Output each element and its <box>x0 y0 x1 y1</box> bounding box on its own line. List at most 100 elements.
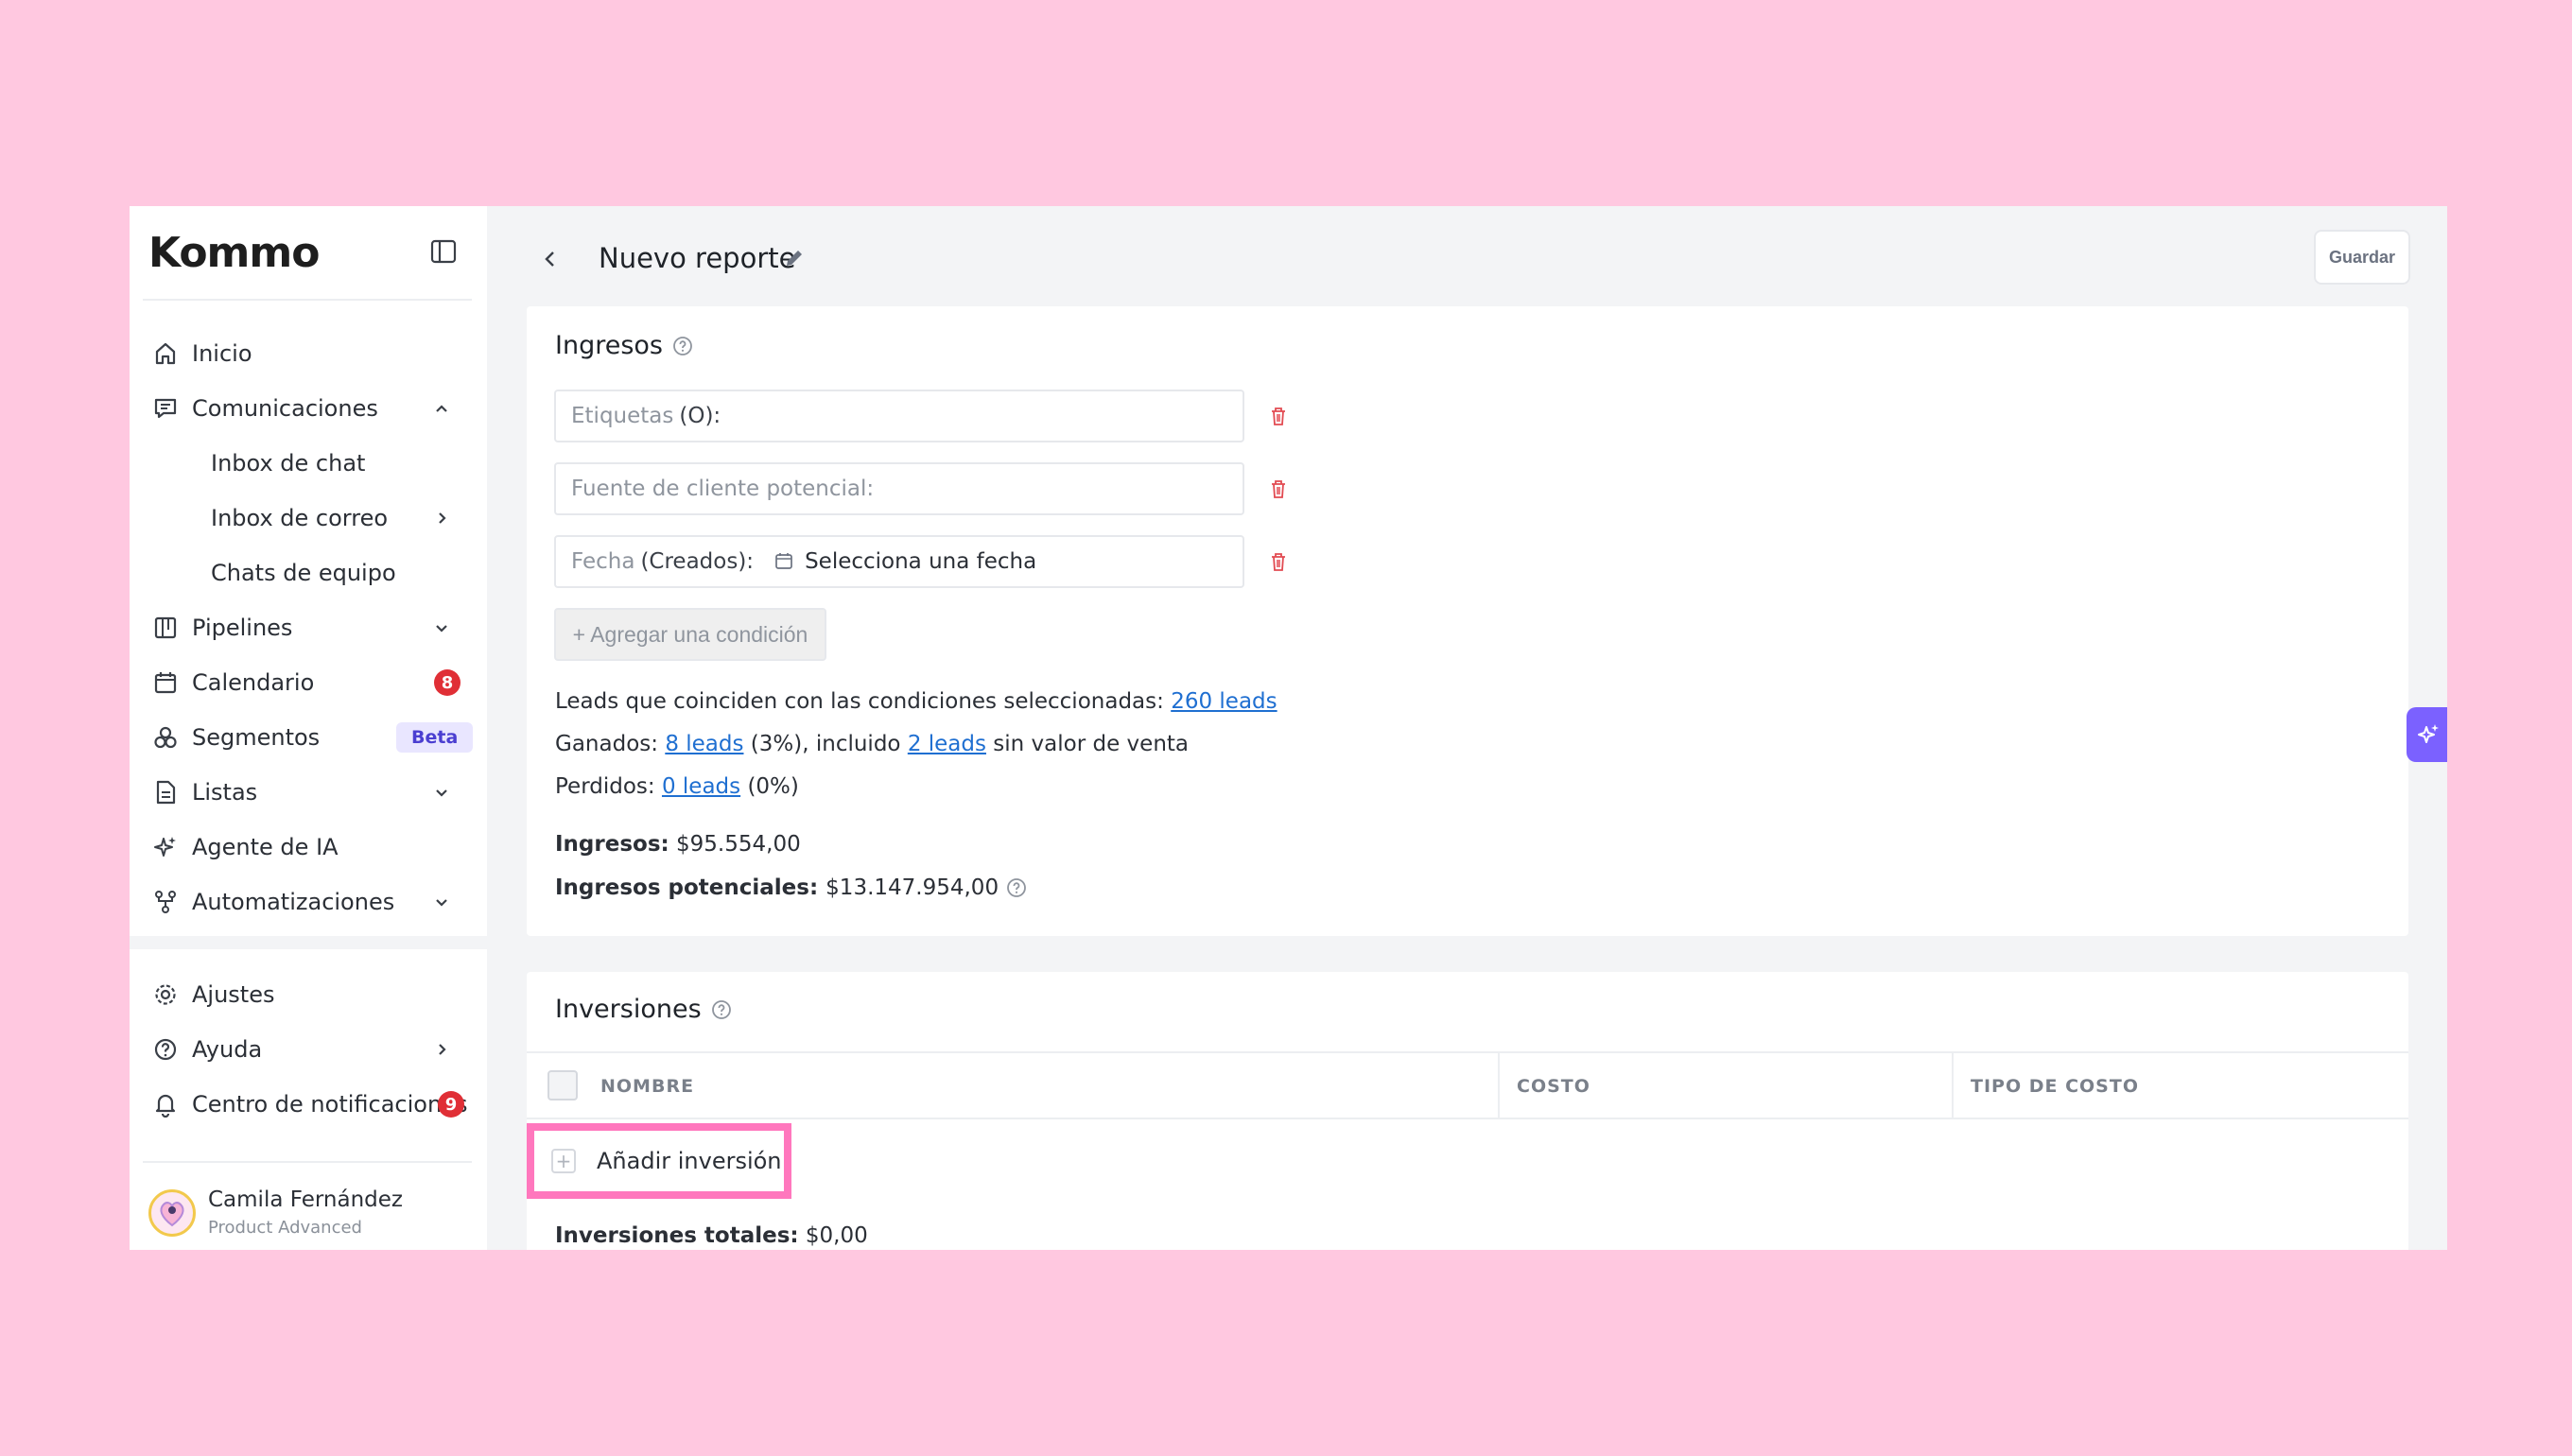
delete-condition-button[interactable] <box>1266 404 1291 428</box>
won-suffix: sin valor de venta <box>993 732 1190 756</box>
beta-badge: Beta <box>396 722 474 753</box>
revenue-value: $95.554,00 <box>676 832 801 857</box>
sidebar-item-inicio[interactable]: Inicio <box>130 327 487 380</box>
matching-leads-line: Leads que coinciden con las condiciones … <box>555 689 1277 714</box>
chevron-down-icon[interactable] <box>430 891 453 913</box>
pipelines-icon <box>150 613 181 643</box>
lists-icon <box>150 777 181 807</box>
potential-revenue-label: Ingresos potenciales: <box>555 875 819 900</box>
sidebar-item-label: Centro de notificaciones <box>192 1091 468 1118</box>
matching-leads-link[interactable]: 260 leads <box>1171 689 1277 714</box>
chevron-up-icon[interactable] <box>430 397 453 420</box>
ingresos-card: Ingresos Etiquetas (O): Fuente de client… <box>527 306 2408 936</box>
sidebar-item-label: Inbox de correo <box>211 505 389 531</box>
sidebar-item-label: Ajustes <box>192 981 275 1008</box>
sidebar-divider <box>143 299 472 301</box>
sidebar-item-notificaciones[interactable]: Centro de notificaciones 9 <box>130 1078 487 1131</box>
inversiones-title-text: Inversiones <box>555 995 702 1024</box>
kommo-logo[interactable]: Kommo <box>148 229 320 277</box>
sparkles-icon <box>150 832 181 862</box>
fecha-filter-field[interactable]: Fecha (Creados): Selecciona una fecha <box>554 535 1244 588</box>
sidebar-item-chats-equipo[interactable]: Chats de equipo <box>130 546 487 599</box>
app-window: Kommo Inicio Comunicaciones Inbox de cha… <box>130 206 2447 1250</box>
gear-icon <box>150 979 181 1010</box>
sidebar-item-listas[interactable]: Listas <box>130 766 487 819</box>
sidebar-item-pipelines[interactable]: Pipelines <box>130 601 487 654</box>
add-investment-label: Añadir inversión <box>597 1148 782 1174</box>
add-investment-button[interactable]: + Añadir inversión <box>527 1123 791 1199</box>
etiquetas-filter-field[interactable]: Etiquetas (O): <box>554 390 1244 442</box>
sidebar-collapse-button[interactable] <box>430 238 457 265</box>
date-picker-value[interactable]: Selecciona una fecha <box>805 549 1036 574</box>
sidebar-item-segmentos[interactable]: Segmentos Beta <box>130 711 487 764</box>
help-icon[interactable] <box>711 999 732 1020</box>
sidebar-item-agente-ia[interactable]: Agente de IA <box>130 821 487 874</box>
potential-revenue-line: Ingresos potenciales: $13.147.954,00 <box>555 875 1027 900</box>
lost-leads-link[interactable]: 0 leads <box>662 774 740 799</box>
delete-condition-button[interactable] <box>1266 477 1291 501</box>
home-icon <box>150 338 181 369</box>
sidebar-item-label: Segmentos <box>192 724 321 751</box>
won-leads-line: Ganados: 8 leads (3%), incluido 2 leads … <box>555 732 1189 756</box>
user-profile[interactable]: Camila Fernández Product Advanced <box>130 1180 487 1250</box>
sidebar-item-calendario[interactable]: Calendario 8 <box>130 656 487 709</box>
topbar: Nuevo reporte Guardar <box>487 206 2447 301</box>
chevron-down-icon[interactable] <box>430 781 453 804</box>
revenue-line: Ingresos: $95.554,00 <box>555 832 801 857</box>
chevron-right-icon[interactable] <box>430 507 453 529</box>
won-percentage: (3%), incluido <box>750 732 901 756</box>
trash-icon <box>1272 480 1285 498</box>
column-header-costo[interactable]: COSTO <box>1517 1076 1590 1097</box>
sidebar-item-comunicaciones[interactable]: Comunicaciones <box>130 382 487 435</box>
trash-icon <box>1272 553 1285 571</box>
column-divider <box>1498 1053 1500 1119</box>
help-icon[interactable] <box>672 336 693 356</box>
total-investments-value: $0,00 <box>805 1223 868 1248</box>
calendar-icon <box>774 551 795 572</box>
lost-label: Perdidos: <box>555 774 655 799</box>
delete-condition-button[interactable] <box>1266 549 1291 574</box>
back-button[interactable] <box>537 246 564 272</box>
total-investments-line: Inversiones totales: $0,00 <box>555 1223 868 1248</box>
chevron-left-icon <box>545 251 554 267</box>
matching-label: Leads que coinciden con las condiciones … <box>555 689 1164 714</box>
sidebar-item-label: Inicio <box>192 340 252 367</box>
sparkles-icon <box>2418 724 2439 743</box>
ai-assistant-button[interactable] <box>2407 707 2447 762</box>
sidebar-item-automatizaciones[interactable]: Automatizaciones <box>130 875 487 928</box>
column-header-tipo-costo[interactable]: TIPO DE COSTO <box>1971 1076 2139 1097</box>
field-placeholder: Fecha <box>571 549 635 574</box>
select-all-checkbox[interactable] <box>547 1070 578 1101</box>
add-condition-button[interactable]: + Agregar una condición <box>554 608 826 661</box>
sidebar-toggle-icon <box>430 239 457 264</box>
column-divider <box>1952 1053 1954 1119</box>
field-suffix: (O): <box>679 404 721 428</box>
page-title: Nuevo reporte <box>599 242 796 274</box>
sidebar-item-inbox-correo[interactable]: Inbox de correo <box>130 492 487 545</box>
inversiones-card: Inversiones NOMBRE COSTO TIPO DE COSTO +… <box>527 972 2408 1250</box>
sidebar-item-ayuda[interactable]: Ayuda <box>130 1023 487 1076</box>
fuente-cliente-field[interactable]: Fuente de cliente potencial: <box>554 462 1244 515</box>
chevron-down-icon[interactable] <box>430 616 453 639</box>
won-leads-link[interactable]: 8 leads <box>665 732 743 756</box>
segments-icon <box>150 722 181 753</box>
won-no-value-leads-link[interactable]: 2 leads <box>908 732 986 756</box>
sidebar-item-label: Ayuda <box>192 1036 263 1063</box>
edit-title-button[interactable] <box>780 244 808 272</box>
sidebar-item-label: Agente de IA <box>192 834 339 860</box>
chevron-right-icon[interactable] <box>430 1038 453 1061</box>
help-icon[interactable] <box>1006 877 1027 898</box>
avatar <box>148 1189 196 1237</box>
main-content: Nuevo reporte Guardar Ingresos Etiquetas… <box>487 206 2447 1250</box>
bell-icon <box>150 1089 181 1119</box>
field-placeholder: Fuente de cliente potencial: <box>571 477 875 501</box>
heart-avatar-icon <box>160 1202 184 1227</box>
column-header-nombre[interactable]: NOMBRE <box>600 1076 694 1097</box>
notifications-count-badge: 9 <box>438 1091 464 1118</box>
potential-revenue-value: $13.147.954,00 <box>825 875 999 900</box>
chat-icon <box>150 393 181 424</box>
sidebar-item-inbox-chat[interactable]: Inbox de chat <box>130 437 487 490</box>
sidebar-scroll-separator <box>130 936 487 949</box>
save-button[interactable]: Guardar <box>2314 230 2410 285</box>
sidebar-item-ajustes[interactable]: Ajustes <box>130 968 487 1021</box>
